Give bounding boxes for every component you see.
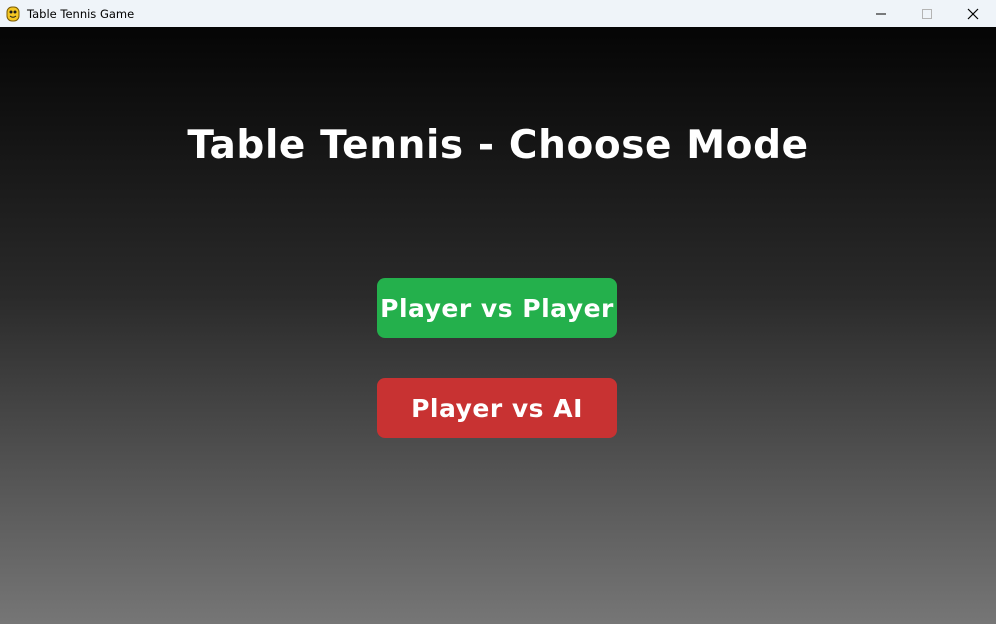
maximize-icon	[922, 8, 932, 19]
close-button[interactable]	[950, 0, 996, 27]
game-canvas[interactable]: Table Tennis - Choose Mode Player vs Pla…	[0, 27, 996, 624]
close-icon	[967, 8, 979, 19]
python-snake-icon	[5, 6, 21, 22]
player-vs-player-button[interactable]: Player vs Player	[377, 278, 617, 338]
app-window: Table Tennis Game Table Tennis - Choose …	[0, 0, 996, 624]
page-title: Table Tennis - Choose Mode	[187, 123, 809, 168]
player-vs-ai-button[interactable]: Player vs AI	[377, 378, 617, 438]
window-title: Table Tennis Game	[27, 6, 135, 21]
title-bar[interactable]: Table Tennis Game	[0, 0, 996, 27]
minimize-icon	[876, 13, 886, 14]
maximize-button[interactable]	[904, 0, 950, 27]
minimize-button[interactable]	[858, 0, 904, 27]
